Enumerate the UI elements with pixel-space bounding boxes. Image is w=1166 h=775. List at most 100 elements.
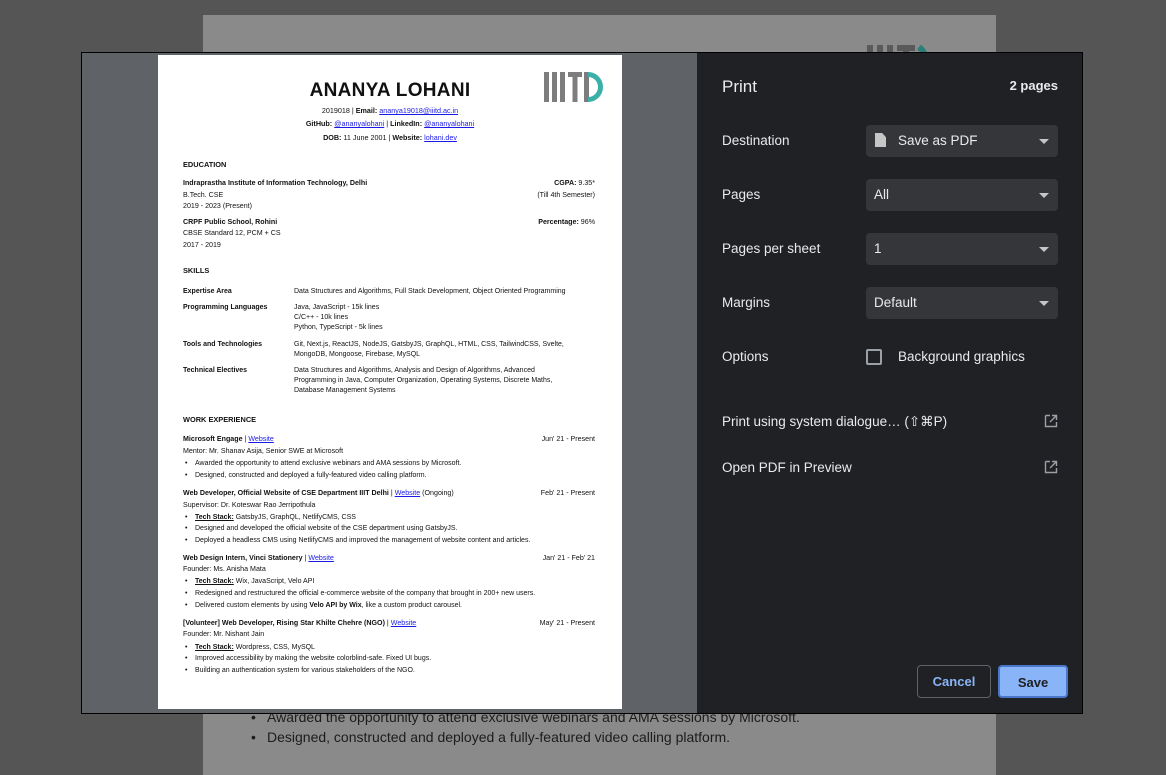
education-row: 2019 - 2023 (Present) (183, 201, 595, 212)
school-name: Indraprastha Institute of Information Te… (183, 179, 368, 187)
resume-contact-line: 2019018 | Email: ananya19018@iiitd.ac.in (158, 106, 622, 115)
linkedin-link[interactable]: @ananyalohani (424, 119, 474, 128)
job-header: Web Design Intern, Vinci Stationery | We… (183, 553, 595, 564)
resume-name: ANANYA LOHANI (309, 80, 471, 101)
destination-select[interactable]: Save as PDF (866, 125, 1058, 157)
skill-line: Programming in Java, Computer Organizati… (294, 377, 553, 384)
degree-note: (Till 4th Semester) (537, 191, 595, 199)
work-heading: WORK EXPERIENCE (183, 415, 257, 424)
tech-stack-value: Wix, JavaScript, Velo API (233, 578, 315, 585)
job-date: May' 21 - Present (539, 619, 595, 627)
job-header: Web Developer, Official Website of CSE D… (183, 488, 595, 499)
skill-value: Data Structures and Algorithms, Analysis… (294, 366, 594, 396)
bullet-text: Delivered custom elements by using (195, 602, 310, 609)
job-date: Jan' 21 - Feb' 21 (542, 554, 595, 562)
job-header: [Volunteer] Web Developer, Rising Star K… (183, 618, 595, 629)
job-bullet: Tech Stack: Wix, JavaScript, Velo API (185, 577, 595, 587)
open-pdf-preview-link[interactable]: Open PDF in Preview (722, 460, 1058, 475)
print-dialog: ANANYA LOHANI 2019018 | Email: ananya190… (81, 52, 1083, 714)
background-graphics-checkbox[interactable] (866, 349, 882, 365)
pages-select[interactable]: All (866, 179, 1058, 211)
chevron-down-icon (1039, 193, 1049, 198)
open-external-icon (1044, 460, 1058, 474)
open-external-icon (1044, 414, 1058, 428)
email-link[interactable]: ananya19018@iiitd.ac.in (379, 106, 458, 115)
education-row: CBSE Standard 12, PCM + CS (183, 228, 595, 239)
background-bullet: Designed, constructed and deployed a ful… (251, 727, 800, 747)
job-sub: Supervisor: Dr. Koteswar Rao Jerripothul… (183, 501, 316, 509)
print-settings-panel: Print 2 pages Destination Save as PDF Pa… (697, 53, 1082, 713)
github-label: GitHub: (305, 119, 333, 128)
job-website-link[interactable]: Website (391, 619, 417, 627)
job-bullet: Tech Stack: GatsbyJS, GraphQL, NetlifyCM… (185, 513, 595, 523)
dob-value: 11 June 2001 | (341, 133, 393, 142)
skill-line: Git, Next.js, ReactJS, NodeJS, GatsbyJS,… (294, 341, 564, 348)
chevron-down-icon (1039, 139, 1049, 144)
job-bullet: Redesigned and restructured the official… (185, 589, 595, 599)
job-bullet: Designed, constructed and deployed a ful… (185, 471, 595, 481)
job-bullet: Building an authentication system for va… (185, 666, 595, 676)
website-label: Website: (392, 133, 423, 142)
document-icon (875, 133, 886, 147)
job-sub: Founder: Mr. Nishant Jain (183, 630, 265, 638)
job-title: Web Developer, Official Website of CSE D… (183, 489, 389, 497)
job-website-link[interactable]: Website (248, 435, 274, 443)
margins-select[interactable]: Default (866, 287, 1058, 319)
open-pdf-label: Open PDF in Preview (722, 460, 852, 475)
margins-label: Margins (722, 295, 771, 310)
job-date: Feb' 21 - Present (540, 489, 595, 497)
chevron-down-icon (1039, 301, 1049, 306)
job-bullet: Awarded the opportunity to attend exclus… (185, 459, 595, 469)
job-suffix: (Ongoing) (420, 489, 454, 497)
education-score: Percentage: 96% (538, 217, 595, 228)
score-value: 9.35* (576, 179, 595, 187)
preview-page: ANANYA LOHANI 2019018 | Email: ananya190… (158, 55, 622, 709)
education-row: B.Tech. CSE (Till 4th Semester) (183, 190, 595, 201)
pages-value: All (874, 187, 890, 202)
job-bullet: Designed and developed the official webs… (185, 524, 595, 534)
job-sub: Founder: Ms. Anisha Mata (183, 565, 266, 573)
job-header: Microsoft Engage | Website Jun' 21 - Pre… (183, 434, 595, 445)
pages-per-sheet-value: 1 (874, 241, 882, 256)
education-score: CGPA: 9.35* (554, 178, 595, 189)
education-row: Indraprastha Institute of Information Te… (183, 178, 595, 189)
job-title: [Volunteer] Web Developer, Rising Star K… (183, 619, 385, 627)
website-link[interactable]: lohani.dev (424, 133, 457, 142)
destination-value: Save as PDF (898, 133, 978, 148)
background-graphics-label[interactable]: Background graphics (898, 349, 1025, 364)
job-website-link[interactable]: Website (308, 554, 334, 562)
score-value: 96% (578, 218, 595, 226)
education-row: CRPF Public School, Rohini Percentage: 9… (183, 217, 595, 228)
skill-key: Technical Electives (183, 367, 248, 374)
education-heading: EDUCATION (183, 160, 227, 169)
skill-value: Java, JavaScript - 15k lines C/C++ - 10k … (294, 303, 594, 333)
tech-stack-value: GatsbyJS, GraphQL, NetlifyCMS, CSS (233, 514, 356, 521)
cancel-button[interactable]: Cancel (917, 665, 991, 698)
linkedin-label: LinkedIn: (390, 119, 423, 128)
margins-value: Default (874, 295, 917, 310)
skill-value: Data Structures and Algorithms, Full Sta… (294, 287, 594, 297)
system-dialog-link[interactable]: Print using system dialogue… (⇧⌘P) (722, 414, 1058, 430)
resume-social-line: GitHub: @ananyalohani | LinkedIn: @anany… (158, 119, 622, 128)
print-title: Print (722, 77, 757, 96)
job-website-link[interactable]: Website (395, 489, 421, 497)
job-bullet: Improved accessibility by making the web… (185, 654, 595, 664)
resume-dob-line: DOB: 11 June 2001 | Website: lohani.dev (158, 133, 622, 142)
tech-stack-label: Tech Stack: (195, 514, 234, 521)
degree: CBSE Standard 12, PCM + CS (183, 229, 281, 237)
github-link[interactable]: @ananyalohani (334, 119, 384, 128)
skill-line: Java, JavaScript - 15k lines (294, 304, 380, 311)
bullet-text: , like a custom product carousel. (361, 602, 462, 609)
skill-key: Programming Languages (183, 304, 268, 311)
save-button[interactable]: Save (998, 665, 1068, 698)
skills-heading: SKILLS (183, 266, 210, 275)
print-preview-area[interactable]: ANANYA LOHANI 2019018 | Email: ananya190… (82, 53, 697, 713)
job-bullet: Tech Stack: Wordpress, CSS, MySQL (185, 643, 595, 653)
tech-stack-value: Wordpress, CSS, MySQL (233, 644, 315, 651)
skill-line: Python, TypeScript - 5k lines (294, 324, 383, 331)
pages-per-sheet-select[interactable]: 1 (866, 233, 1058, 265)
bullet-strong: Velo API by Wix (309, 602, 362, 609)
page-count: 2 pages (1009, 78, 1058, 93)
system-dialog-label: Print using system dialogue… (⇧⌘P) (722, 414, 948, 429)
school-name: CRPF Public School, Rohini (183, 218, 278, 226)
